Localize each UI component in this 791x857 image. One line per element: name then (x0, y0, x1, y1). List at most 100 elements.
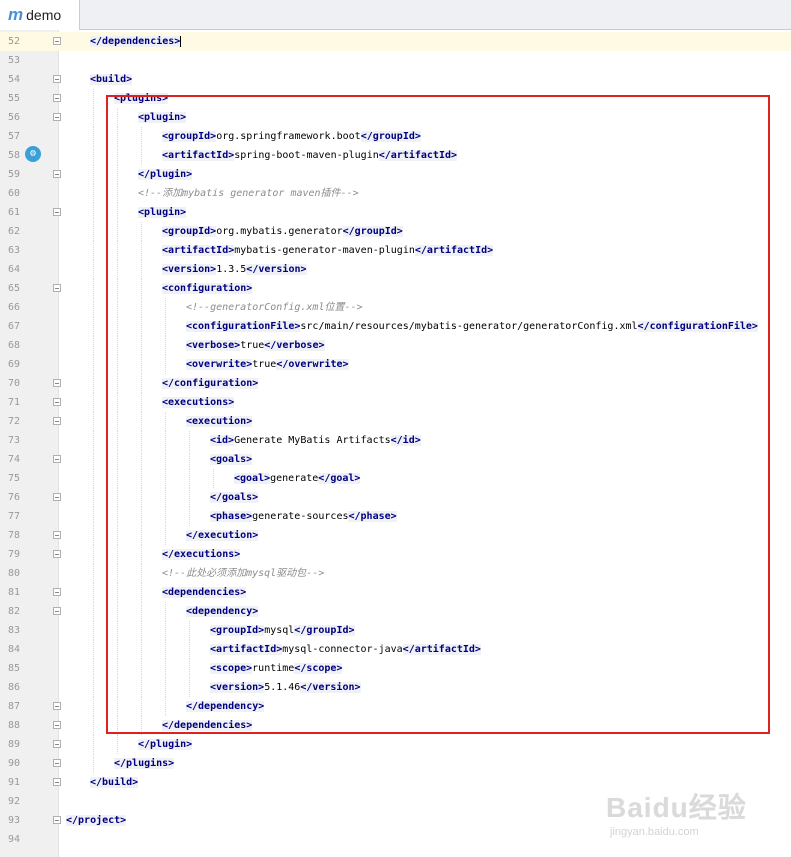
code-line[interactable]: 60 <!--添加mybatis generator maven插件--> (0, 184, 791, 203)
code-text[interactable]: <plugin> (138, 108, 187, 127)
code-text[interactable]: <groupId>org.mybatis.generator</groupId> (162, 222, 403, 241)
code-line[interactable]: 71 <executions> (0, 393, 791, 412)
code-text[interactable]: <version>5.1.46</version> (210, 678, 361, 697)
code-text[interactable]: <overwrite>true</overwrite> (186, 355, 349, 374)
fold-toggle-icon[interactable] (53, 94, 61, 102)
code-text[interactable]: </dependencies> (162, 716, 253, 735)
code-text[interactable]: <goals> (210, 450, 253, 469)
code-editor[interactable]: 52</dependencies>​5354<build>55<plugins>… (0, 32, 791, 857)
fold-toggle-icon[interactable] (53, 588, 61, 596)
code-text[interactable]: <configurationFile>src/main/resources/my… (186, 317, 758, 336)
code-line[interactable]: 52 </dependencies>​ (0, 32, 791, 51)
run-gutter-icon[interactable]: ⚙ (25, 146, 41, 162)
code-line[interactable]: 53 (0, 51, 791, 70)
code-text[interactable]: </plugin> (138, 735, 193, 754)
code-text[interactable]: <artifactId>mysql-connector-java</artifa… (210, 640, 481, 659)
fold-toggle-icon[interactable] (53, 284, 61, 292)
code-text[interactable]: <plugins> (114, 89, 169, 108)
code-text[interactable]: </dependencies>​ (90, 32, 182, 51)
code-line[interactable]: 72 <execution> (0, 412, 791, 431)
code-text[interactable]: <groupId>mysql</groupId> (210, 621, 355, 640)
code-line[interactable]: 64 <version>1.3.5</version> (0, 260, 791, 279)
fold-toggle-icon[interactable] (53, 455, 61, 463)
code-text[interactable]: </plugin> (138, 165, 193, 184)
code-text[interactable]: <dependency> (186, 602, 259, 621)
code-line[interactable]: 75 <goal>generate</goal> (0, 469, 791, 488)
fold-toggle-icon[interactable] (53, 398, 61, 406)
code-line[interactable]: 55 <plugins> (0, 89, 791, 108)
fold-toggle-icon[interactable] (53, 75, 61, 83)
code-line[interactable]: 87 </dependency> (0, 697, 791, 716)
code-line[interactable]: 74 <goals> (0, 450, 791, 469)
code-text[interactable]: <build> (90, 70, 133, 89)
code-line[interactable]: 80 <!--此处必须添加mysql驱动包--> (0, 564, 791, 583)
code-line[interactable]: 88 </dependencies> (0, 716, 791, 735)
code-line[interactable]: 66 <!--generatorConfig.xml位置--> (0, 298, 791, 317)
code-line[interactable]: 63 <artifactId>mybatis-generator-maven-pl… (0, 241, 791, 260)
code-line[interactable]: 77 <phase>generate-sources</phase> (0, 507, 791, 526)
code-text[interactable]: <artifactId>spring-boot-maven-plugin</ar… (162, 146, 458, 165)
code-line[interactable]: 69 <overwrite>true</overwrite> (0, 355, 791, 374)
fold-toggle-icon[interactable] (53, 113, 61, 121)
fold-toggle-icon[interactable] (53, 170, 61, 178)
fold-toggle-icon[interactable] (53, 721, 61, 729)
code-text[interactable]: <goal>generate</goal> (234, 469, 361, 488)
code-text[interactable]: </plugins> (114, 754, 175, 773)
code-text[interactable]: </dependency> (186, 697, 265, 716)
fold-toggle-icon[interactable] (53, 531, 61, 539)
code-line[interactable]: 70 </configuration> (0, 374, 791, 393)
code-line[interactable]: 82 <dependency> (0, 602, 791, 621)
code-line[interactable]: 83 <groupId>mysql</groupId> (0, 621, 791, 640)
code-text[interactable]: <configuration> (162, 279, 253, 298)
code-text[interactable]: </executions> (162, 545, 241, 564)
code-line[interactable]: 58 <artifactId>spring-boot-maven-plugin</… (0, 146, 791, 165)
code-line[interactable]: 86 <version>5.1.46</version> (0, 678, 791, 697)
code-line[interactable]: 57 <groupId>org.springframework.boot</gro… (0, 127, 791, 146)
code-text[interactable]: <scope>runtime</scope> (210, 659, 343, 678)
code-line[interactable]: 61 <plugin> (0, 203, 791, 222)
fold-toggle-icon[interactable] (53, 816, 61, 824)
code-line[interactable]: 78 </execution> (0, 526, 791, 545)
code-line[interactable]: 81 <dependencies> (0, 583, 791, 602)
fold-toggle-icon[interactable] (53, 208, 61, 216)
code-line[interactable]: 84 <artifactId>mysql-connector-java</arti… (0, 640, 791, 659)
code-text[interactable]: <execution> (186, 412, 253, 431)
code-text[interactable]: <groupId>org.springframework.boot</group… (162, 127, 421, 146)
code-text[interactable]: <!--generatorConfig.xml位置--> (186, 298, 363, 317)
code-text[interactable]: <plugin> (138, 203, 187, 222)
code-text[interactable]: <verbose>true</verbose> (186, 336, 325, 355)
code-text[interactable]: <version>1.3.5</version> (162, 260, 307, 279)
fold-toggle-icon[interactable] (53, 740, 61, 748)
code-line[interactable]: 73 <id>Generate MyBatis Artifacts</id> (0, 431, 791, 450)
fold-toggle-icon[interactable] (53, 702, 61, 710)
code-line[interactable]: 68 <verbose>true</verbose> (0, 336, 791, 355)
code-line[interactable]: 62 <groupId>org.mybatis.generator</groupI… (0, 222, 791, 241)
code-line[interactable]: 54 <build> (0, 70, 791, 89)
code-text[interactable]: <phase>generate-sources</phase> (210, 507, 397, 526)
code-text[interactable]: <!--添加mybatis generator maven插件--> (138, 184, 359, 203)
code-text[interactable]: <!--此处必须添加mysql驱动包--> (162, 564, 324, 583)
code-line[interactable]: 85 <scope>runtime</scope> (0, 659, 791, 678)
code-line[interactable]: 59 </plugin> (0, 165, 791, 184)
code-text[interactable]: <id>Generate MyBatis Artifacts</id> (210, 431, 421, 450)
code-text[interactable]: </execution> (186, 526, 259, 545)
fold-toggle-icon[interactable] (53, 550, 61, 558)
code-line[interactable]: 79 </executions> (0, 545, 791, 564)
fold-toggle-icon[interactable] (53, 778, 61, 786)
fold-toggle-icon[interactable] (53, 607, 61, 615)
fold-toggle-icon[interactable] (53, 759, 61, 767)
code-text[interactable]: <dependencies> (162, 583, 247, 602)
code-text[interactable]: <artifactId>mybatis-generator-maven-plug… (162, 241, 494, 260)
code-line[interactable]: 90 </plugins> (0, 754, 791, 773)
code-text[interactable]: <executions> (162, 393, 235, 412)
code-text[interactable]: </build> (90, 773, 139, 792)
code-text[interactable]: </configuration> (162, 374, 259, 393)
fold-toggle-icon[interactable] (53, 417, 61, 425)
code-text[interactable]: </project> (66, 811, 127, 830)
fold-toggle-icon[interactable] (53, 493, 61, 501)
fold-toggle-icon[interactable] (53, 37, 61, 45)
code-line[interactable]: 76 </goals> (0, 488, 791, 507)
code-line[interactable]: 56 <plugin> (0, 108, 791, 127)
code-line[interactable]: 65 <configuration> (0, 279, 791, 298)
tab-demo[interactable]: m demo (0, 0, 80, 30)
